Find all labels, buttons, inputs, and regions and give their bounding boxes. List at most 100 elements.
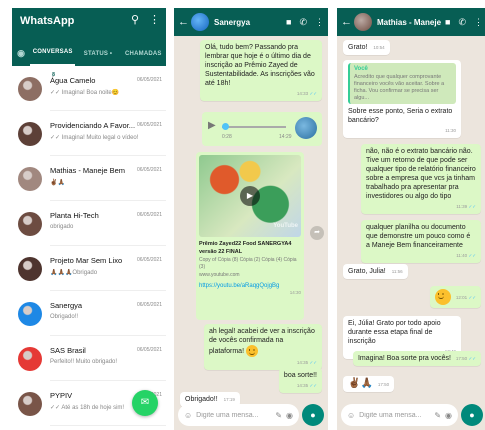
message-time: 14:35	[296, 383, 309, 388]
audio-message: ▶ 0:28 14:29	[202, 112, 322, 146]
app-title: WhatsApp	[20, 15, 75, 27]
chat-preview: ✓✓ Imagina! Muito legal o vídeo!	[50, 135, 139, 141]
chat-date: 06/05/2021	[136, 257, 162, 263]
chat-list-screen: WhatsApp ⚲ ⋮ ◉ CONVERSAS8 STATUS • CHAMA…	[12, 8, 166, 430]
video-call-icon[interactable]: ■	[445, 17, 450, 28]
contact-name[interactable]: Mathias - Maneje...	[377, 18, 441, 27]
contact-name[interactable]: Sanergya	[214, 18, 282, 27]
tab-conversas-label: CONVERSAS	[32, 49, 73, 55]
chat-text: Projeto Mar Sem Lixo 🙏🏾🙏🏾🙏🏾Obrigado 06/05/…	[50, 246, 166, 291]
message-time: 14:35	[296, 360, 309, 365]
message-time: 17:50	[377, 382, 390, 387]
message-bubble: não, não é o extrato bancário não. Tive …	[361, 144, 481, 214]
chat-list-item[interactable]: SAS Brasil Perfeito!! Muito obrigado! 06/0…	[12, 336, 166, 381]
back-arrow-icon[interactable]: ←	[178, 16, 189, 28]
avatar[interactable]	[18, 76, 42, 101]
avatar[interactable]	[18, 301, 42, 326]
voice-call-icon[interactable]: ✆	[299, 17, 307, 28]
link-url[interactable]: https://youtu.be/aRaqgQojgBg	[199, 283, 301, 289]
chat-header: ← Sanergya ■ ✆ ⋮	[174, 8, 328, 36]
avatar[interactable]	[191, 13, 209, 31]
search-icon[interactable]: ⚲	[131, 13, 139, 26]
smile-emoji-icon	[434, 289, 451, 305]
attach-icon[interactable]: ✎	[275, 411, 282, 420]
chat-date: 06/05/2021	[136, 302, 162, 308]
more-options-icon[interactable]: ⋮	[474, 17, 483, 28]
video-thumbnail[interactable]: ▶ YouTube	[199, 155, 301, 237]
chat-preview: ✓✓ Imagina! Boa noite😊	[50, 90, 120, 96]
avatar[interactable]	[18, 121, 42, 146]
avatar[interactable]	[18, 391, 42, 416]
message-time: 17:50	[455, 356, 468, 361]
tab-status[interactable]: STATUS •	[75, 51, 120, 57]
message-time: 14:33	[296, 91, 309, 96]
read-ticks-icon: ✓✓	[309, 91, 317, 96]
avatar[interactable]	[18, 211, 42, 236]
camera-icon[interactable]: ◉	[12, 48, 30, 59]
play-icon[interactable]: ▶	[208, 120, 216, 131]
audio-scrubber[interactable]	[222, 123, 229, 130]
smile-emoji-icon	[245, 345, 258, 357]
message-bubble: Grato! 10:54	[343, 40, 390, 55]
read-ticks-icon: ✓✓	[468, 356, 476, 361]
emoji-icon[interactable]: ☺	[184, 411, 192, 420]
message-time: 11:39	[456, 204, 468, 209]
emoji-icon[interactable]: ☺	[347, 411, 355, 420]
avatar[interactable]	[18, 346, 42, 371]
message-input[interactable]: ☺ Digite uma mensa... ✎ ◉	[341, 404, 458, 426]
more-options-icon[interactable]: ⋮	[315, 17, 324, 28]
quoted-message[interactable]: Você Acredito que qualquer comprovante f…	[348, 63, 456, 104]
chat-list-item[interactable]: Água Camelo ✓✓ Imagina! Boa noite😊 06/05/2…	[12, 66, 166, 111]
message-time: 14:30	[289, 290, 301, 295]
read-ticks-icon: ✓✓	[468, 253, 476, 258]
chat-list-item[interactable]: Sanergya Obrigado!! 06/05/2021	[12, 291, 166, 336]
message-input[interactable]: ☺ Digite uma mensa... ✎ ◉	[178, 404, 299, 426]
chat-text: Sanergya Obrigado!! 06/05/2021	[50, 291, 166, 336]
play-icon[interactable]: ▶	[240, 186, 260, 206]
audio-time: 14:29	[279, 134, 292, 140]
attach-icon[interactable]: ✎	[434, 411, 441, 420]
chat-text: Providenciando A Favor... ✓✓ Imagina! Mui…	[50, 111, 166, 156]
message-bubble: qualquer planilha ou documento que demon…	[361, 220, 481, 263]
avatar[interactable]	[354, 13, 372, 31]
new-chat-button[interactable]: ✉	[132, 390, 158, 416]
chat-list-item[interactable]: Planta Hi-Tech obrigado 06/05/2021	[12, 201, 166, 246]
tab-chamadas[interactable]: CHAMADAS	[121, 51, 166, 57]
read-ticks-icon: ✓✓	[468, 294, 476, 300]
link-preview-card[interactable]: ▶ YouTube Prêmio Zayed22 Food SANERGYA4 …	[196, 152, 304, 320]
chat-preview: 🙏🏾🙏🏾🙏🏾Obrigado	[50, 270, 98, 276]
voice-call-icon[interactable]: ✆	[458, 17, 466, 28]
message-text: Grato!	[348, 44, 368, 51]
more-options-icon[interactable]: ⋮	[149, 13, 160, 26]
chat-date: 06/05/2021	[136, 347, 162, 353]
message-bubble: boa sorte!! 14:35 ✓✓	[278, 368, 322, 393]
link-site: www.youtube.com	[199, 272, 240, 278]
tab-conversas[interactable]: CONVERSAS8	[30, 41, 76, 79]
chat-list-item[interactable]: Providenciando A Favor... ✓✓ Imagina! Mui…	[12, 111, 166, 156]
avatar[interactable]	[18, 256, 42, 281]
camera-icon[interactable]: ◉	[286, 411, 293, 420]
chat-date: 06/05/2021	[136, 77, 162, 83]
youtube-watermark: YouTube	[273, 223, 298, 229]
chat-list-item[interactable]: Mathias - Maneje Bem ✌🏾🙏🏾 06/05/2021	[12, 156, 166, 201]
read-ticks-icon: ✓✓	[309, 360, 317, 365]
message-text: Sobre esse ponto, Seria o extrato bancár…	[348, 108, 453, 124]
chat-preview: obrigado	[50, 224, 74, 230]
microphone-button[interactable]: ●	[302, 404, 324, 426]
chat-list-item[interactable]: Projeto Mar Sem Lixo 🙏🏾🙏🏾🙏🏾Obrigado 06/05/…	[12, 246, 166, 291]
quoted-text: Acredito que qualquer comprovante financ…	[354, 74, 445, 101]
read-ticks-icon: ✓✓	[468, 204, 476, 209]
microphone-button[interactable]: ●	[461, 404, 483, 426]
message-text: boa sorte!!	[283, 372, 317, 379]
back-arrow-icon[interactable]: ←	[341, 16, 352, 28]
share-icon[interactable]: ➦	[310, 226, 324, 240]
audio-track[interactable]	[222, 126, 286, 128]
avatar[interactable]	[18, 166, 42, 191]
link-title: Prêmio Zayed22 Food SANERGYA4 versão 22 …	[199, 241, 292, 255]
message-time: 11:56	[391, 269, 403, 274]
video-call-icon[interactable]: ■	[286, 17, 291, 28]
message-text: Grato, Julia!	[348, 268, 386, 275]
message-time: 11:30	[445, 128, 456, 133]
camera-icon[interactable]: ◉	[445, 411, 452, 420]
quoted-author: Você	[354, 66, 368, 72]
